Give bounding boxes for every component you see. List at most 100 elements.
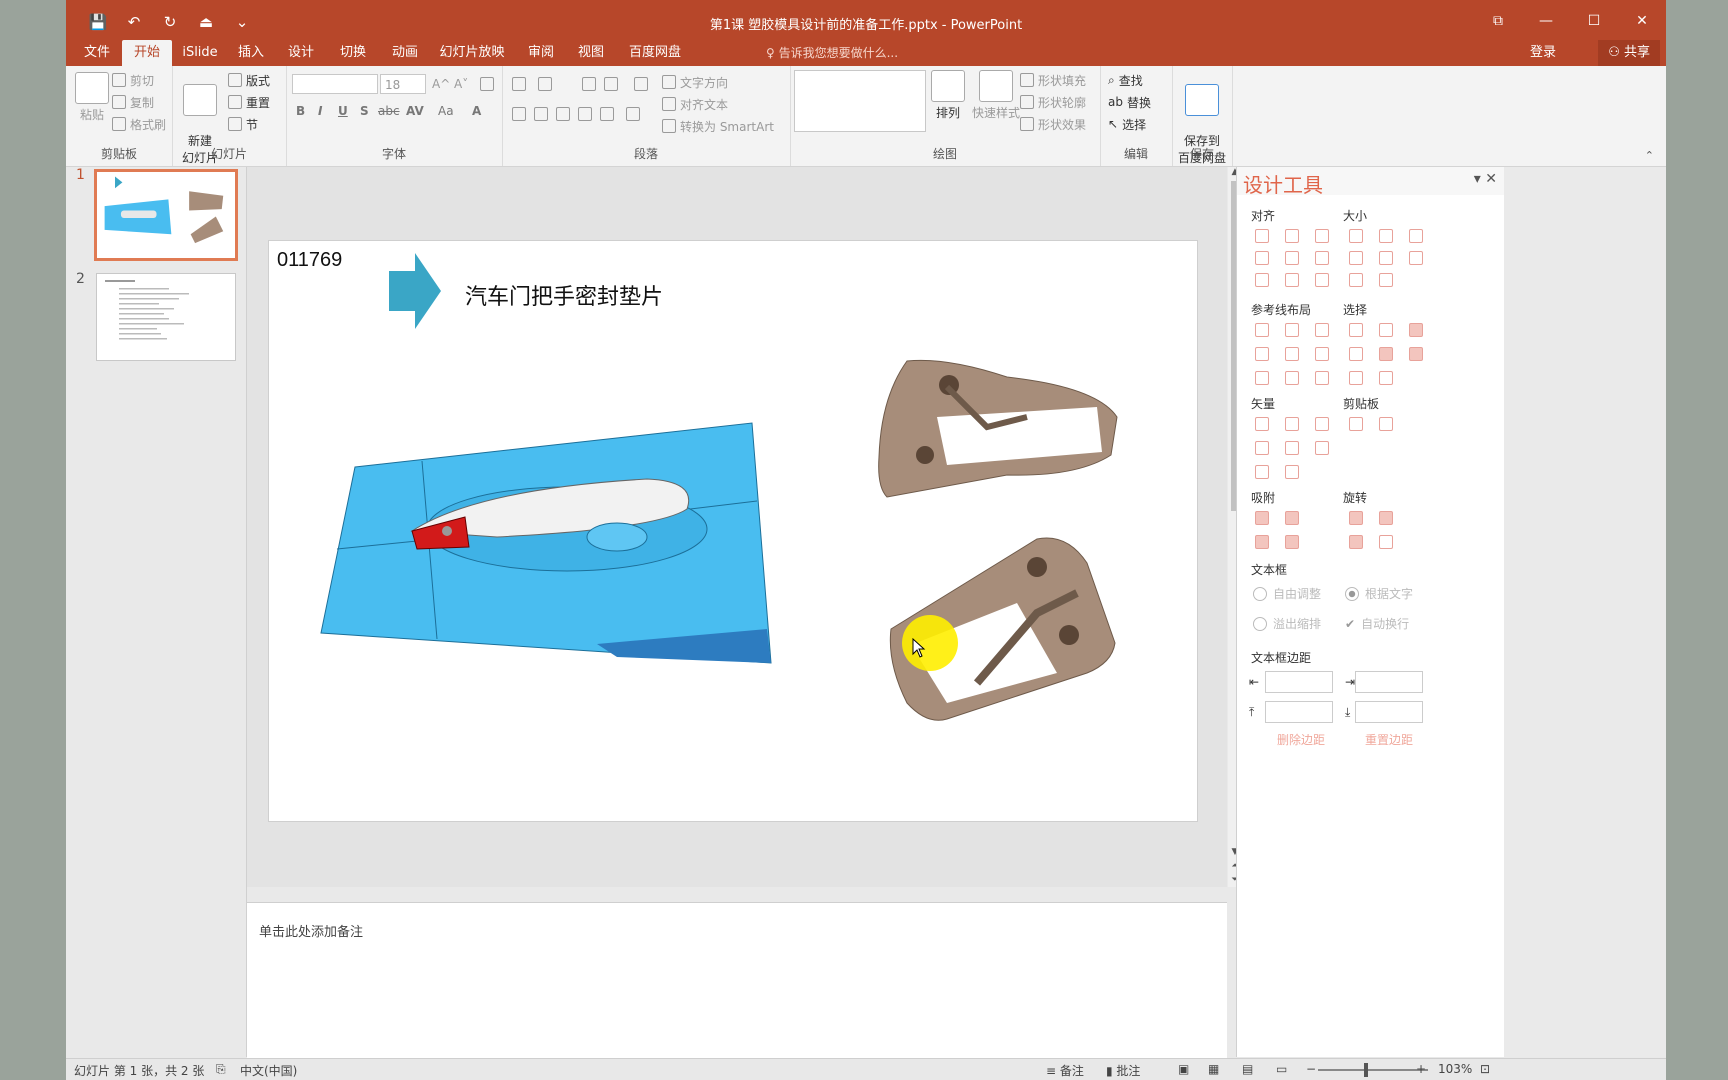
normal-view-icon[interactable]: ▣ <box>1178 1062 1189 1076</box>
current-slide[interactable]: 011769 汽车门把手密封垫片 <box>268 240 1198 822</box>
select-all-icon[interactable] <box>1379 371 1393 385</box>
snap-bottom-icon[interactable] <box>1285 511 1299 525</box>
find-button[interactable]: ⌕ 查找 <box>1108 70 1143 90</box>
slideshow-view-icon[interactable]: ▭ <box>1276 1062 1287 1076</box>
margin-top-input[interactable] <box>1265 701 1333 723</box>
strikethrough-button[interactable]: abc <box>378 104 400 118</box>
align-center-tool-icon[interactable] <box>1285 229 1299 243</box>
tab-home[interactable]: 开始 <box>122 40 172 66</box>
guide-center-icon[interactable] <box>1285 323 1299 337</box>
font-color-button[interactable]: A <box>472 104 481 118</box>
same-size-icon[interactable] <box>1409 229 1423 243</box>
tab-design[interactable]: 设计 <box>278 40 324 66</box>
align-right-tool-icon[interactable] <box>1315 229 1329 243</box>
car-door-image[interactable] <box>317 419 777 669</box>
fit-window-icon[interactable]: ⊡ <box>1480 1062 1490 1076</box>
shape-outline-button[interactable]: 形状轮廓 <box>1020 92 1086 112</box>
distributed-button[interactable] <box>600 104 614 124</box>
select-button[interactable]: ↖ 选择 <box>1108 114 1146 134</box>
login-link[interactable]: 登录 <box>1530 40 1556 66</box>
numbering-button[interactable] <box>538 74 552 94</box>
margin-right-input[interactable] <box>1355 671 1423 693</box>
edit-points-icon[interactable] <box>1285 465 1299 479</box>
rotate-left-icon[interactable] <box>1349 511 1363 525</box>
align-center-button[interactable] <box>534 104 548 124</box>
justify-button[interactable] <box>578 104 592 124</box>
gasket-top-image[interactable] <box>877 357 1127 502</box>
zoom-in-icon[interactable]: + <box>1416 1062 1426 1076</box>
paste-size-icon[interactable] <box>1379 417 1393 431</box>
format-painter-button[interactable]: 格式刷 <box>112 114 166 134</box>
font-size-box[interactable]: 18 <box>380 74 426 94</box>
copy-button[interactable]: 复制 <box>112 92 154 112</box>
same-height-icon[interactable] <box>1379 229 1393 243</box>
swap-size-icon[interactable] <box>1409 251 1423 265</box>
copy-size-icon[interactable] <box>1349 417 1363 431</box>
collapse-ribbon-icon[interactable]: ⌃ <box>1645 149 1654 162</box>
reset-margin-link[interactable]: 重置边距 <box>1365 731 1413 748</box>
select-color-icon[interactable] <box>1379 347 1393 361</box>
select-pointer-icon[interactable] <box>1409 347 1423 361</box>
decrease-font-button[interactable]: A˅ <box>454 74 468 94</box>
close-icon[interactable]: ✕ <box>1618 8 1666 34</box>
fragment-icon[interactable] <box>1315 417 1329 431</box>
tab-baidu[interactable]: 百度网盘 <box>620 40 690 66</box>
notes-toggle-button[interactable]: ≡ 备注 <box>1046 1062 1084 1079</box>
select-same-icon[interactable] <box>1349 323 1363 337</box>
distribute-v-icon[interactable] <box>1285 273 1299 287</box>
center-slide-icon[interactable] <box>1315 273 1329 287</box>
panel-close-icon[interactable]: ▾ ✕ <box>1474 171 1497 187</box>
guide-width-icon[interactable] <box>1255 371 1269 385</box>
font-name-box[interactable] <box>292 74 378 94</box>
slide-title-text[interactable]: 汽车门把手密封垫片 <box>465 279 663 311</box>
checkbox-autowrap[interactable]: ✔ 自动换行 <box>1345 615 1409 632</box>
zoom-out-icon[interactable]: − <box>1306 1062 1316 1076</box>
maximize-icon[interactable]: ☐ <box>1570 8 1618 34</box>
shape-effects-button[interactable]: 形状效果 <box>1020 114 1086 134</box>
char-spacing-button[interactable]: AV <box>406 104 424 118</box>
text-vector-icon[interactable] <box>1255 465 1269 479</box>
cut-button[interactable]: 剪切 <box>112 70 154 90</box>
tab-file[interactable]: 文件 <box>74 40 120 66</box>
arrow-shape[interactable] <box>389 253 443 329</box>
tab-review[interactable]: 审阅 <box>518 40 564 66</box>
align-left-tool-icon[interactable] <box>1255 229 1269 243</box>
language-status[interactable]: 中文(中国) <box>240 1062 297 1079</box>
spellcheck-icon[interactable]: ⎘ <box>216 1062 226 1077</box>
ribbon-display-options-icon[interactable]: ⧉ <box>1474 8 1522 34</box>
radio-overflow[interactable]: 溢出缩排 <box>1253 615 1321 632</box>
reset-button[interactable]: 重置 <box>228 92 270 112</box>
intersect-icon[interactable] <box>1255 441 1269 455</box>
zoom-level[interactable]: 103% <box>1438 1062 1472 1076</box>
shapes-gallery[interactable] <box>794 70 926 132</box>
clear-format-button[interactable] <box>480 74 494 94</box>
layout-button[interactable]: 版式 <box>228 70 270 90</box>
guide-height-icon[interactable] <box>1285 371 1299 385</box>
italic-button[interactable]: I <box>318 104 322 118</box>
replace-button[interactable]: ab 替换 <box>1108 92 1151 112</box>
notes-placeholder[interactable]: 单击此处添加备注 <box>259 921 363 940</box>
radio-by-text[interactable]: 根据文字 <box>1345 585 1413 602</box>
line-spacing-button[interactable] <box>634 74 648 94</box>
paste-button[interactable]: 粘贴 <box>72 72 112 123</box>
fit-height-icon[interactable] <box>1379 251 1393 265</box>
share-button[interactable]: ⚇ 共享 <box>1598 40 1660 66</box>
shadow-button[interactable]: S <box>360 104 369 118</box>
align-right-button[interactable] <box>556 104 570 124</box>
shape-fill-button[interactable]: 形状填充 <box>1020 70 1086 90</box>
select-invert-icon[interactable] <box>1349 371 1363 385</box>
tell-me-search[interactable]: ♀ 告诉我您想要做什么... <box>766 40 898 66</box>
rotate-right-icon[interactable] <box>1379 511 1393 525</box>
same-width-icon[interactable] <box>1349 229 1363 243</box>
bullets-button[interactable] <box>512 74 526 94</box>
increase-font-button[interactable]: A^ <box>432 74 450 94</box>
smartart-button[interactable]: 转换为 SmartArt <box>662 116 774 136</box>
snap-right-icon[interactable] <box>1285 535 1299 549</box>
guide-grid-icon[interactable] <box>1315 371 1329 385</box>
delete-margin-link[interactable]: 删除边距 <box>1277 731 1325 748</box>
align-text-button[interactable]: 对齐文本 <box>662 94 728 114</box>
snap-left-icon[interactable] <box>1255 535 1269 549</box>
notes-pane[interactable]: 单击此处添加备注 <box>247 902 1227 1059</box>
tab-insert[interactable]: 插入 <box>228 40 274 66</box>
radio-free-adjust[interactable]: 自由调整 <box>1253 585 1321 602</box>
